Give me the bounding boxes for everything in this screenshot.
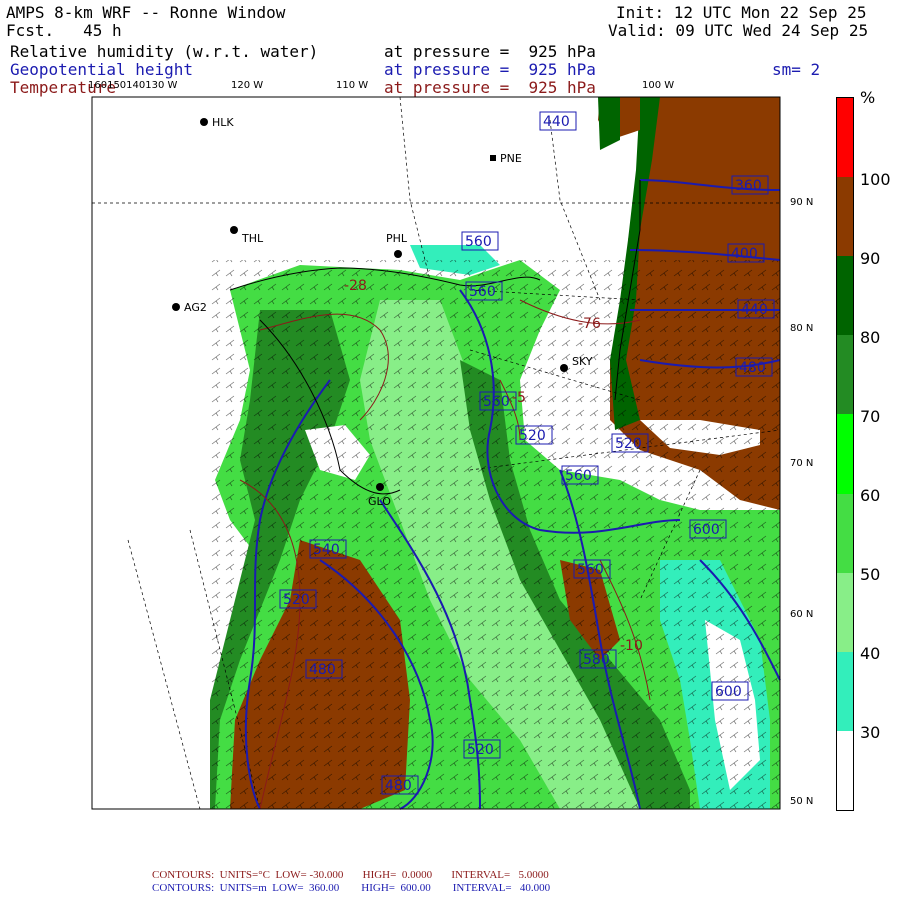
svg-text:HLK: HLK	[212, 116, 234, 129]
svg-text:560: 560	[483, 394, 510, 410]
lat-label: 80 N	[790, 323, 814, 334]
colorbar-label: 60	[860, 486, 881, 505]
svg-text:520: 520	[615, 436, 642, 452]
svg-text:440: 440	[741, 302, 768, 318]
colorbar-label: 90	[860, 249, 881, 268]
footer-temp-contours: CONTOURS: UNITS=°C LOW= -30.000 HIGH= 0.…	[152, 869, 549, 881]
svg-text:GLO: GLO	[368, 495, 391, 508]
svg-text:AG2: AG2	[184, 301, 207, 314]
svg-text:PNE: PNE	[500, 152, 522, 165]
svg-text:600: 600	[715, 684, 742, 700]
svg-text:440: 440	[543, 114, 570, 130]
svg-text:560: 560	[577, 562, 604, 578]
colorbar-label: 40	[860, 644, 881, 663]
colorbar-segment	[837, 177, 853, 257]
svg-text:480: 480	[385, 778, 412, 794]
colorbar-unit: %	[860, 88, 876, 107]
svg-text:560: 560	[565, 468, 592, 484]
colorbar-segment	[837, 730, 853, 810]
colorbar-label: 80	[860, 328, 881, 347]
svg-text:480: 480	[309, 662, 336, 678]
lat-label: 90 N	[790, 197, 814, 208]
svg-text:520: 520	[519, 428, 546, 444]
colorbar-segment	[837, 651, 853, 731]
svg-text:PHL: PHL	[386, 232, 408, 245]
svg-text:580: 580	[583, 652, 610, 668]
svg-text:480: 480	[739, 360, 766, 376]
colorbar-label: 100	[860, 170, 891, 189]
svg-text:600: 600	[693, 522, 720, 538]
svg-text:560: 560	[469, 284, 496, 300]
svg-text:SKY: SKY	[572, 355, 593, 368]
colorbar-segment	[837, 414, 853, 494]
colorbar-label: 70	[860, 407, 881, 426]
colorbar-segment	[837, 98, 853, 178]
temp-label: -76	[578, 316, 601, 332]
svg-text:540: 540	[313, 542, 340, 558]
lat-label: 50 N	[790, 796, 814, 807]
colorbar-segment	[837, 335, 853, 415]
svg-text:360: 360	[735, 178, 762, 194]
svg-text:THL: THL	[241, 232, 264, 245]
colorbar-segment	[837, 493, 853, 573]
colorbar-label: 30	[860, 723, 881, 742]
colorbar-label: 50	[860, 565, 881, 584]
colorbar	[836, 97, 854, 811]
footer-height-contours: CONTOURS: UNITS=m LOW= 360.00 HIGH= 600.…	[152, 882, 551, 894]
map-plot: 440 360 400 440 480 560 560 560 520 520 …	[91, 96, 781, 810]
temp-label: -5	[512, 390, 526, 406]
temp-label: -28	[344, 278, 367, 294]
svg-text:520: 520	[283, 592, 310, 608]
colorbar-segment	[837, 256, 853, 336]
lat-label: 70 N	[790, 458, 814, 469]
lat-label: 60 N	[790, 609, 814, 620]
colorbar-segment	[837, 572, 853, 652]
svg-text:520: 520	[467, 742, 494, 758]
svg-text:400: 400	[731, 246, 758, 262]
svg-text:560: 560	[465, 234, 492, 250]
temp-label: -10	[620, 638, 643, 654]
